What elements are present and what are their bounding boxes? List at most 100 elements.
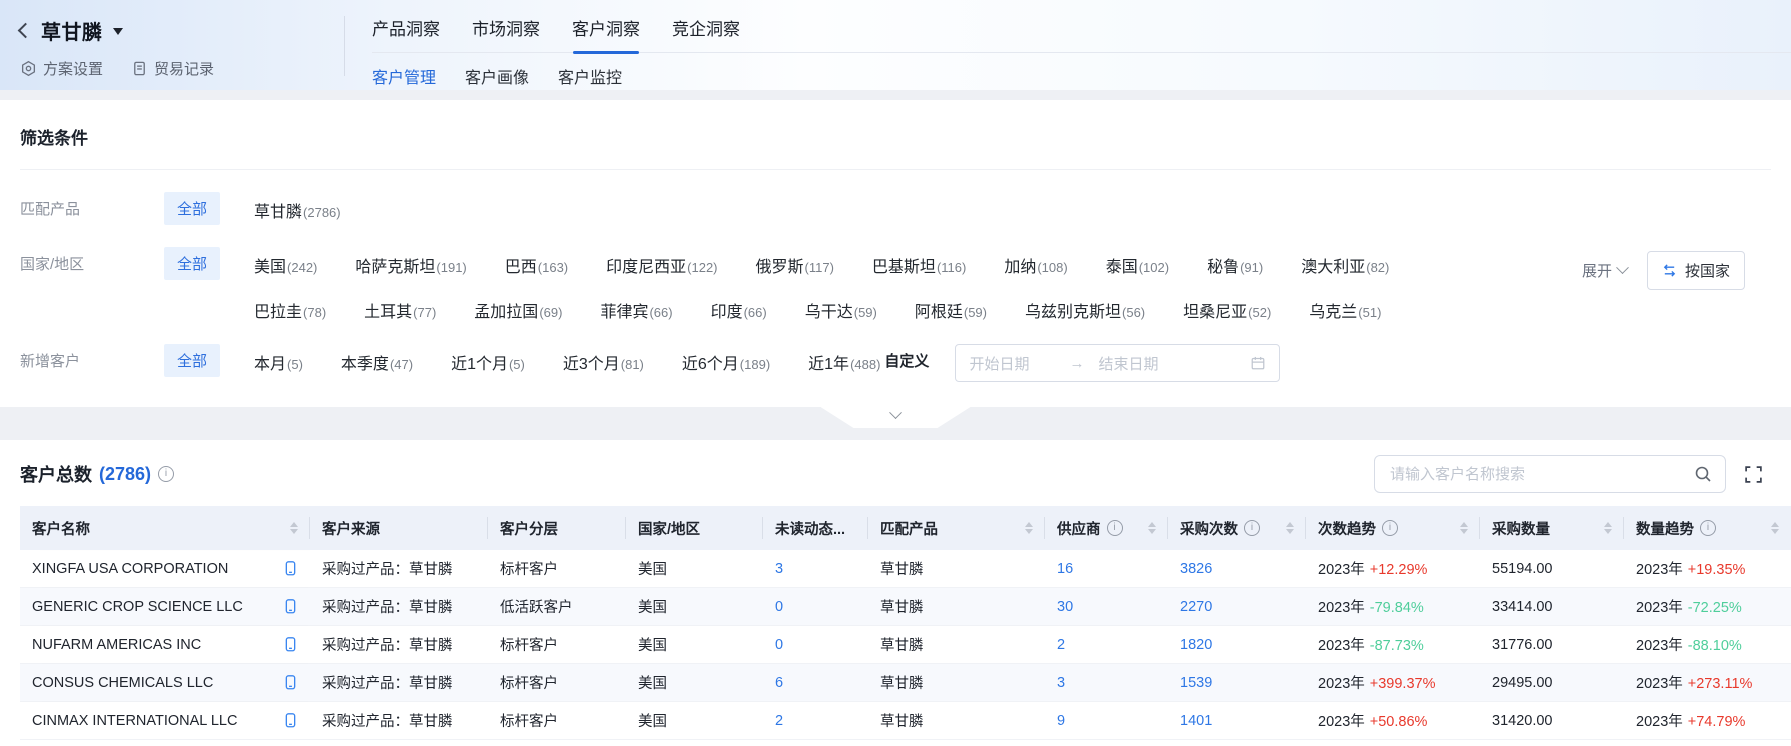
customer-tier-cell: 低活跃客户 xyxy=(488,588,626,626)
caret-up-icon xyxy=(1460,522,1468,527)
table-row[interactable]: GENERIC CROP SCIENCE LLC 采购过产品：草甘膦 低活跃客户… xyxy=(20,588,1791,626)
header-right: 产品洞察 市场洞察 客户洞察 竞企洞察 客户管理 客户画像 客户监控 xyxy=(345,0,1791,90)
search-icon[interactable] xyxy=(1694,465,1712,483)
country-filter-item[interactable]: 俄罗斯(117) xyxy=(756,253,834,277)
country-filter-item[interactable]: 美国(242) xyxy=(254,253,317,277)
product-switcher[interactable]: 草甘膦 xyxy=(20,16,345,45)
scheme-settings-label: 方案设置 xyxy=(43,58,103,79)
country-filter-item[interactable]: 澳大利亚(82) xyxy=(1301,253,1389,277)
tab-product-insight[interactable]: 产品洞察 xyxy=(372,15,440,52)
country-filter-item[interactable]: 巴西(163) xyxy=(505,253,568,277)
purchase-times-cell: 1820 xyxy=(1168,626,1306,664)
by-country-button[interactable]: 按国家 xyxy=(1647,251,1745,290)
sort-icon[interactable] xyxy=(1460,522,1468,534)
country-items-row2: 巴拉圭(78) 土耳其(77) 孟加拉国(69) 菲律宾(66) 印度(66) … xyxy=(254,292,1389,322)
country-filter-item[interactable]: 秘鲁(91) xyxy=(1207,253,1263,277)
caret-up-icon xyxy=(1286,522,1294,527)
product-filter-item[interactable]: 草甘膦(2786) xyxy=(254,198,341,222)
contact-icon[interactable] xyxy=(283,674,298,691)
customer-tier-cell: 标杆客户 xyxy=(488,702,626,740)
customer-source-cell: 采购过产品：草甘膦 xyxy=(310,626,488,664)
sort-icon[interactable] xyxy=(1148,522,1156,534)
sort-icon[interactable] xyxy=(1286,522,1294,534)
table-row[interactable]: XINGFA USA CORPORATION 采购过产品：草甘膦 标杆客户 美国… xyxy=(20,550,1791,588)
period-filter-item[interactable]: 近6个月(189) xyxy=(682,350,770,374)
info-icon[interactable]: i xyxy=(1382,520,1398,536)
country-filter-item[interactable]: 印度(66) xyxy=(711,298,767,322)
times-trend-cell: 2023年-87.73% xyxy=(1306,626,1480,664)
scheme-settings-button[interactable]: 方案设置 xyxy=(20,58,103,79)
customer-total-count: (2786) xyxy=(99,464,151,485)
period-filter-item[interactable]: 近3个月(81) xyxy=(563,350,644,374)
period-filter-item[interactable]: 本季度(47) xyxy=(341,350,413,374)
search-input[interactable] xyxy=(1388,465,1694,484)
info-icon[interactable]: i xyxy=(158,466,174,482)
matched-product-cell: 草甘膦 xyxy=(868,588,1045,626)
custom-range-label[interactable]: 自定义 xyxy=(884,344,929,371)
unread-cell: 6 xyxy=(763,664,868,702)
tab-market-insight[interactable]: 市场洞察 xyxy=(472,15,540,52)
country-filter-item[interactable]: 泰国(102) xyxy=(1106,253,1169,277)
customer-search-box[interactable] xyxy=(1374,455,1726,493)
country-filter-item[interactable]: 菲律宾(66) xyxy=(600,298,672,322)
times-trend-cell: 2023年+399.37% xyxy=(1306,664,1480,702)
sort-icon[interactable] xyxy=(1604,522,1612,534)
country-filter-item[interactable]: 乌克兰(51) xyxy=(1309,298,1381,322)
qty-trend-cell: 2023年+19.35% xyxy=(1624,550,1791,588)
period-filter-item[interactable]: 近1年(488) xyxy=(808,350,880,374)
period-filter-item[interactable]: 近1个月(5) xyxy=(451,350,525,374)
back-icon[interactable] xyxy=(18,23,34,39)
tab-customer-insight[interactable]: 客户洞察 xyxy=(572,15,640,52)
subtab-customer-monitoring[interactable]: 客户监控 xyxy=(558,64,622,88)
new-customer-all-chip[interactable]: 全部 xyxy=(164,344,220,377)
product-all-chip[interactable]: 全部 xyxy=(164,192,220,225)
collapse-filter-tab[interactable] xyxy=(821,407,971,428)
suppliers-cell: 3 xyxy=(1045,664,1168,702)
caret-up-icon xyxy=(1771,522,1779,527)
country-filter-item[interactable]: 巴拉圭(78) xyxy=(254,298,326,322)
info-icon[interactable]: i xyxy=(1107,520,1123,536)
table-row[interactable]: NUFARM AMERICAS INC 采购过产品：草甘膦 标杆客户 美国 0 … xyxy=(20,626,1791,664)
sort-icon[interactable] xyxy=(290,522,298,534)
expand-toggle[interactable]: 展开 xyxy=(1582,260,1627,281)
country-filter-item[interactable]: 孟加拉国(69) xyxy=(474,298,562,322)
calendar-icon xyxy=(1250,355,1266,371)
col-times-trend: 次数趋势i xyxy=(1306,506,1480,550)
country-filter-item[interactable]: 加纳(108) xyxy=(1004,253,1067,277)
end-date-placeholder[interactable]: 结束日期 xyxy=(1098,353,1158,374)
tab-competitor-insight[interactable]: 竞企洞察 xyxy=(672,15,740,52)
contact-icon[interactable] xyxy=(283,712,298,729)
customer-total-label: 客户总数 xyxy=(20,461,92,487)
contact-icon[interactable] xyxy=(283,636,298,653)
trade-records-button[interactable]: 贸易记录 xyxy=(131,58,214,79)
col-qty-trend: 数量趋势i xyxy=(1624,506,1791,550)
table-row[interactable]: CONSUS CHEMICALS LLC 采购过产品：草甘膦 标杆客户 美国 6… xyxy=(20,664,1791,702)
subtab-customer-profile[interactable]: 客户画像 xyxy=(465,64,529,88)
country-filter-item[interactable]: 乌干达(59) xyxy=(805,298,877,322)
sort-icon[interactable] xyxy=(1771,522,1779,534)
date-range-picker[interactable]: 开始日期 → 结束日期 xyxy=(955,344,1280,382)
table-row[interactable]: CINMAX INTERNATIONAL LLC 采购过产品：草甘膦 标杆客户 … xyxy=(20,702,1791,740)
country-filter-item[interactable]: 乌兹别克斯坦(56) xyxy=(1025,298,1145,322)
customer-name-cell: CONSUS CHEMICALS LLC xyxy=(20,664,310,702)
header-left: 草甘膦 方案设置 贸易记录 xyxy=(0,0,345,90)
contact-icon[interactable] xyxy=(283,598,298,615)
qty-trend-cell: 2023年+273.11% xyxy=(1624,664,1791,702)
chevron-down-icon[interactable] xyxy=(113,28,123,40)
contact-icon[interactable] xyxy=(283,560,298,577)
info-icon[interactable]: i xyxy=(1244,520,1260,536)
country-filter-item[interactable]: 阿根廷(59) xyxy=(915,298,987,322)
country-filter-item[interactable]: 坦桑尼亚(52) xyxy=(1183,298,1271,322)
info-icon[interactable]: i xyxy=(1700,520,1716,536)
country-filter-item[interactable]: 巴基斯坦(116) xyxy=(872,253,966,277)
period-filter-item[interactable]: 本月(5) xyxy=(254,350,303,374)
start-date-placeholder[interactable]: 开始日期 xyxy=(969,353,1029,374)
country-filter-item[interactable]: 印度尼西亚(122) xyxy=(606,253,717,277)
chevron-down-icon xyxy=(889,406,902,419)
sort-icon[interactable] xyxy=(1025,522,1033,534)
subtab-customer-management[interactable]: 客户管理 xyxy=(372,64,436,88)
country-all-chip[interactable]: 全部 xyxy=(164,247,220,280)
fullscreen-icon[interactable] xyxy=(1744,465,1763,484)
country-filter-item[interactable]: 土耳其(77) xyxy=(364,298,436,322)
country-filter-item[interactable]: 哈萨克斯坦(191) xyxy=(355,253,466,277)
